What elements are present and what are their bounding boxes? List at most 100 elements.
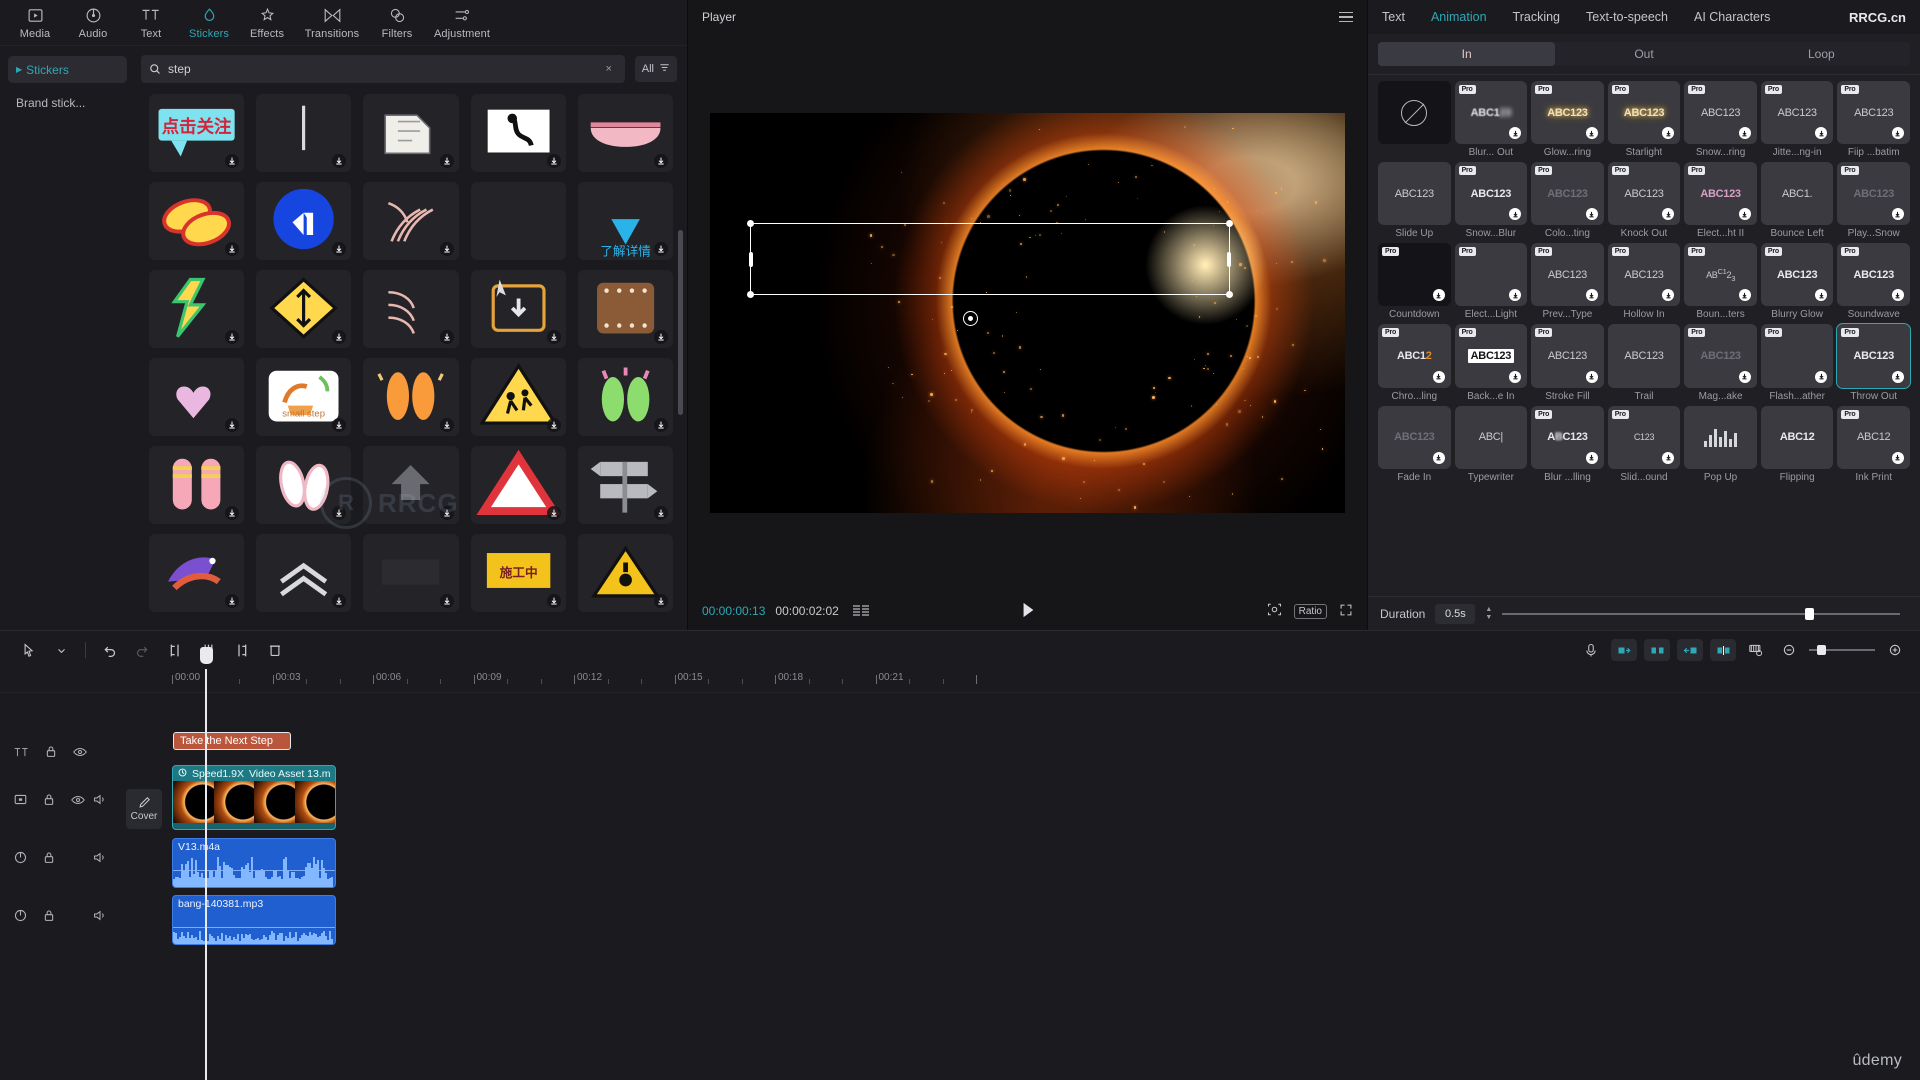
- preset-thumbnail[interactable]: Pro ABC123: [1760, 243, 1834, 307]
- animation-preset[interactable]: Pro ABC123 Hollow In: [1607, 243, 1681, 320]
- sticker-item[interactable]: [256, 534, 352, 613]
- animation-preset[interactable]: Pro ABC123 Snow...ring: [1684, 81, 1757, 158]
- preset-thumbnail[interactable]: Pro ABC123: [1454, 162, 1528, 226]
- animation-preset[interactable]: Pro ABC123 Soundwave: [1837, 243, 1910, 320]
- timeline-zoom-fit-icon[interactable]: [1743, 639, 1769, 661]
- sticker-item[interactable]: 了解详情: [577, 182, 673, 261]
- animation-preset[interactable]: Pro Elect...Light: [1454, 243, 1528, 320]
- align-right-icon[interactable]: [1677, 639, 1703, 661]
- nav-media[interactable]: Media: [6, 6, 64, 40]
- download-icon[interactable]: [1432, 370, 1445, 383]
- animation-preset[interactable]: ABC12 Flipping: [1760, 405, 1834, 483]
- preset-thumbnail[interactable]: Pro ABC123: [1531, 405, 1604, 469]
- download-icon[interactable]: [439, 594, 454, 609]
- download-icon[interactable]: [546, 418, 561, 433]
- select-tool-button[interactable]: [12, 637, 45, 663]
- sticker-item[interactable]: [149, 358, 245, 437]
- download-icon[interactable]: [653, 242, 668, 257]
- cover-button[interactable]: Cover: [126, 789, 162, 829]
- animation-preset[interactable]: Pro ABC123 Colo...ting: [1531, 162, 1604, 239]
- audio-clip-1[interactable]: V13.m4a: [172, 838, 336, 888]
- duration-stepper[interactable]: ▲ ▼: [1485, 606, 1492, 621]
- preset-thumbnail[interactable]: Pro ABC123: [1531, 81, 1604, 145]
- duration-slider[interactable]: [1502, 607, 1900, 620]
- tab-ai-characters[interactable]: AI Characters: [1694, 10, 1770, 24]
- download-icon[interactable]: [1585, 370, 1598, 383]
- split-center-icon[interactable]: [1710, 639, 1736, 661]
- animation-preset[interactable]: Pro ABC12 Chro...ling: [1378, 324, 1451, 402]
- handle-top-left[interactable]: [747, 220, 754, 227]
- preset-thumbnail[interactable]: Pro ABC123: [1684, 162, 1757, 226]
- animation-preset[interactable]: Pro ABC12 Ink Print: [1837, 405, 1910, 483]
- download-icon[interactable]: [1662, 289, 1675, 302]
- handle-bottom-right[interactable]: [1226, 291, 1233, 298]
- animation-preset[interactable]: Pro ABC123 Snow...Blur: [1454, 162, 1528, 239]
- download-icon[interactable]: [1738, 208, 1751, 221]
- animation-preset[interactable]: Pro ABC123 Throw Out: [1836, 323, 1911, 402]
- preset-thumbnail[interactable]: Pro ABC123: [1531, 243, 1604, 307]
- sticker-item[interactable]: [363, 94, 459, 173]
- align-center-icon[interactable]: [1644, 639, 1670, 661]
- download-icon[interactable]: [1815, 127, 1828, 140]
- sticker-item[interactable]: [363, 270, 459, 349]
- preset-thumbnail[interactable]: Pro C123: [1607, 405, 1681, 469]
- fullscreen-icon[interactable]: [1339, 603, 1353, 620]
- preset-thumbnail[interactable]: Pro ABC123: [1684, 81, 1757, 145]
- delete-button[interactable]: [258, 637, 291, 663]
- sticker-item[interactable]: [149, 182, 245, 261]
- segment-in[interactable]: In: [1378, 42, 1556, 66]
- sticker-item[interactable]: [256, 446, 352, 525]
- visibility-icon[interactable]: [71, 794, 85, 809]
- animation-preset[interactable]: ABC1. Bounce Left: [1760, 162, 1834, 239]
- nav-filters[interactable]: Filters: [368, 6, 426, 40]
- download-icon[interactable]: [439, 242, 454, 257]
- preset-thumbnail[interactable]: Pro ABC123: [1837, 81, 1910, 145]
- download-icon[interactable]: [1662, 451, 1675, 464]
- mute-icon[interactable]: [93, 793, 107, 809]
- animation-preset[interactable]: Pro ABC123 Jitte...ng-in: [1760, 81, 1834, 158]
- sticker-item[interactable]: [470, 446, 566, 525]
- download-icon[interactable]: [1891, 370, 1904, 383]
- animation-preset[interactable]: Pro ABC123 Mag...ake: [1684, 324, 1757, 402]
- sticker-item[interactable]: [256, 182, 352, 261]
- download-icon[interactable]: [1509, 289, 1522, 302]
- animation-preset[interactable]: Pro ABC123 Boun...ters: [1684, 243, 1757, 320]
- preset-thumbnail[interactable]: Pro ABC123: [1836, 323, 1911, 389]
- download-icon[interactable]: [1815, 370, 1828, 383]
- preset-thumbnail[interactable]: Pro ABC123: [1760, 81, 1834, 145]
- lock-icon[interactable]: [45, 745, 57, 761]
- download-icon[interactable]: [1891, 289, 1904, 302]
- zoom-out-icon[interactable]: [1776, 639, 1802, 661]
- download-icon[interactable]: [1585, 289, 1598, 302]
- animation-preset[interactable]: Pro ABC123 Blur... Out: [1454, 81, 1528, 158]
- preset-thumbnail[interactable]: Pro ABC123: [1531, 324, 1604, 388]
- sticker-item[interactable]: [470, 182, 566, 261]
- category-brand-stickers[interactable]: Brand stick...: [8, 89, 127, 116]
- preset-thumbnail[interactable]: Pro ABC123: [1531, 162, 1604, 226]
- preset-thumbnail[interactable]: Pro ABC123: [1607, 243, 1681, 307]
- handle-top-right[interactable]: [1226, 220, 1233, 227]
- download-icon[interactable]: [1891, 208, 1904, 221]
- animation-preset[interactable]: Pro ABC123 Elect...ht II: [1684, 162, 1757, 239]
- download-icon[interactable]: [1738, 289, 1751, 302]
- animation-preset[interactable]: ABC123 Slide Up: [1378, 162, 1451, 239]
- sticker-item[interactable]: [577, 446, 673, 525]
- lock-icon[interactable]: [43, 909, 55, 925]
- sticker-item[interactable]: [149, 270, 245, 349]
- visibility-icon[interactable]: [73, 746, 87, 761]
- lock-icon[interactable]: [43, 793, 55, 809]
- player-menu-icon[interactable]: [1339, 11, 1353, 23]
- animation-preset[interactable]: Pro Flash...ather: [1760, 324, 1834, 402]
- animation-preset[interactable]: Pro ABC123 Glow...ring: [1531, 81, 1604, 158]
- zoom-in-icon[interactable]: [1882, 639, 1908, 661]
- sticker-item[interactable]: small step: [256, 358, 352, 437]
- tab-text-to-speech[interactable]: Text-to-speech: [1586, 10, 1668, 24]
- preset-thumbnail[interactable]: ABC|: [1454, 405, 1528, 469]
- preset-thumbnail[interactable]: ABC1.: [1760, 162, 1834, 226]
- animation-preset[interactable]: Pro C123 Slid...ound: [1607, 405, 1681, 483]
- animation-preset[interactable]: Pro ABC123 Fiip ...batim: [1837, 81, 1910, 158]
- animation-preset[interactable]: ABC| Typewriter: [1454, 405, 1528, 483]
- nav-adjustment[interactable]: Adjustment: [426, 6, 498, 40]
- handle-right[interactable]: [1227, 252, 1231, 267]
- nav-transitions[interactable]: Transitions: [296, 6, 368, 40]
